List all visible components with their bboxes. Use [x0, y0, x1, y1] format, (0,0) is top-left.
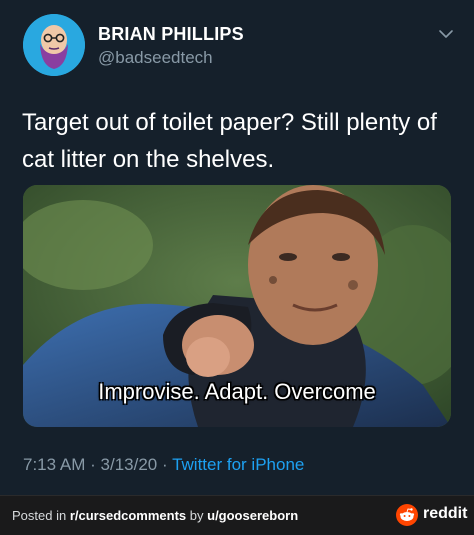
posted-by-label: by	[186, 508, 208, 523]
tweet-meta: 7:13 AM · 3/13/20 · Twitter for iPhone	[23, 455, 304, 475]
posted-in-prefix: Posted in	[12, 508, 70, 523]
subreddit-link[interactable]: r/cursedcomments	[70, 508, 186, 523]
tweet-card: BRIAN PHILLIPS @badseedtech Target out o…	[0, 0, 474, 495]
tweet-source-link[interactable]: Twitter for iPhone	[172, 455, 304, 474]
author-name[interactable]: BRIAN PHILLIPS	[98, 24, 244, 45]
reddit-footer: Posted in r/cursedcomments by u/goosereb…	[0, 495, 474, 535]
meta-separator: ·	[90, 455, 96, 474]
author-handle[interactable]: @badseedtech	[98, 48, 213, 68]
reddit-wordmark[interactable]: reddit	[423, 505, 467, 523]
avatar-illustration	[23, 14, 85, 76]
tweet-media-image[interactable]: Improvise. Adapt. Overcome	[23, 185, 451, 427]
meme-caption: Improvise. Adapt. Overcome	[98, 379, 376, 404]
reddit-alien-icon[interactable]	[396, 504, 418, 526]
tweet-time[interactable]: 7:13 AM	[23, 455, 85, 474]
tweet-date[interactable]: 3/13/20	[101, 455, 158, 474]
avatar[interactable]	[23, 14, 85, 76]
chevron-down-icon[interactable]	[436, 24, 456, 44]
meta-separator: ·	[161, 455, 168, 474]
posted-in-text: Posted in r/cursedcomments by u/goosereb…	[12, 508, 298, 523]
tweet-text: Target out of toilet paper? Still plenty…	[22, 109, 437, 173]
username-link[interactable]: u/goosereborn	[207, 508, 298, 523]
